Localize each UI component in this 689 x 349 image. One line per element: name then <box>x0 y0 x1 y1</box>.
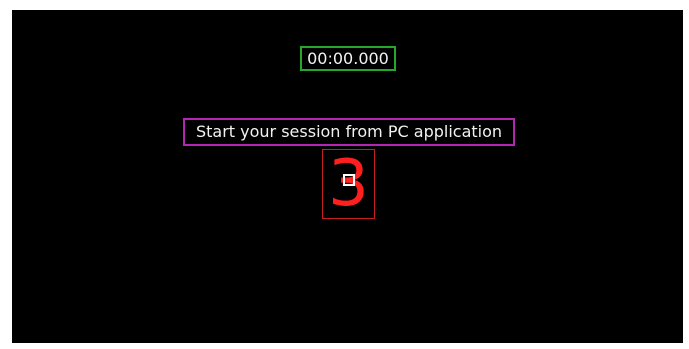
cursor-icon <box>343 174 355 186</box>
message-text: Start your session from PC application <box>195 122 503 141</box>
session-message: Start your session from PC application <box>183 118 515 146</box>
session-timer: 00:00.000 <box>300 46 396 71</box>
cursor-dot-icon <box>347 178 351 182</box>
timer-value: 00:00.000 <box>307 48 389 68</box>
app-screen: 00:00.000 Start your session from PC app… <box>12 10 683 343</box>
countdown-box: 3 <box>322 149 375 219</box>
